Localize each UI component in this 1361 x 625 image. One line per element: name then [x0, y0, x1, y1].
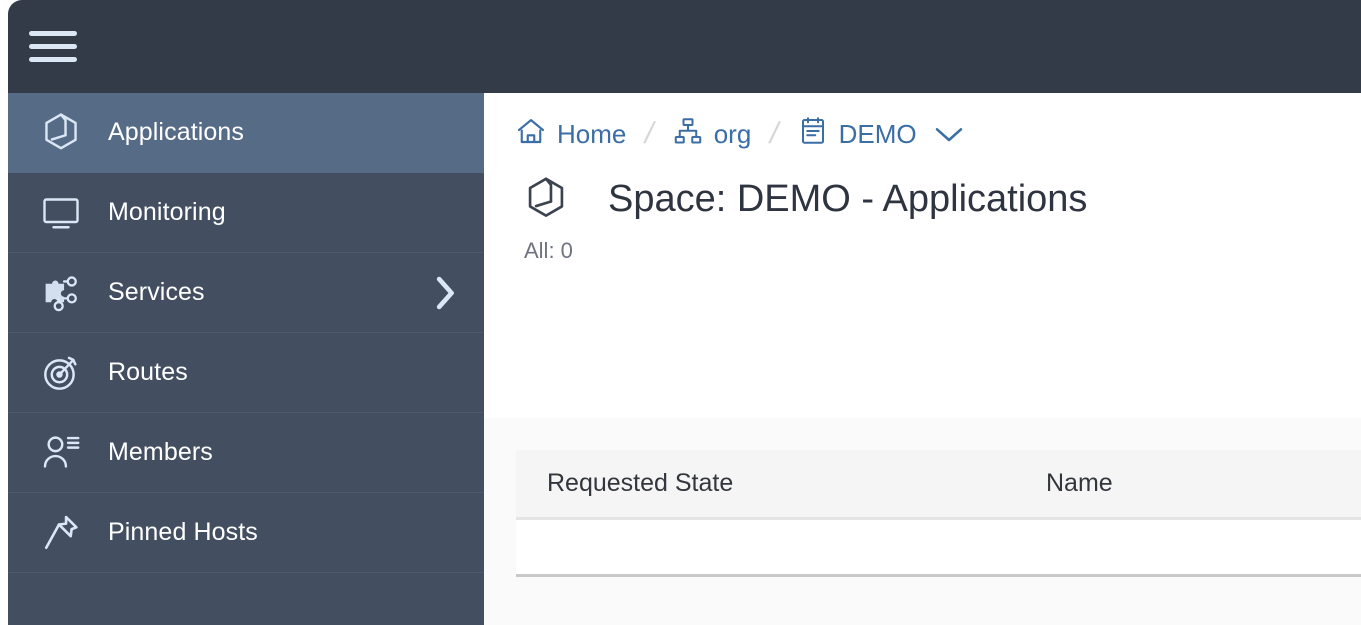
- breadcrumb-label: Home: [557, 118, 627, 149]
- sidebar-item-routes[interactable]: Routes: [8, 333, 484, 413]
- breadcrumb: Home / org / DEMO: [484, 93, 1361, 153]
- breadcrumb-item-org[interactable]: org: [673, 116, 752, 153]
- sidebar-filler: [8, 573, 484, 625]
- sidebar-item-label: Pinned Hosts: [108, 518, 258, 546]
- sidebar: Applications Monitoring Services Routes …: [8, 93, 484, 625]
- applications-table: Requested State Name: [516, 450, 1361, 577]
- pin-icon: [38, 513, 84, 553]
- applications-panel: Requested State Name: [484, 418, 1361, 625]
- hamburger-bar-2: [29, 44, 77, 49]
- chevron-down-icon[interactable]: [933, 123, 965, 145]
- table-body: [516, 518, 1361, 577]
- hamburger-bar-3: [29, 57, 77, 62]
- breadcrumb-item-home[interactable]: Home: [516, 116, 626, 153]
- sidebar-item-members[interactable]: Members: [8, 413, 484, 493]
- applications-table-wrapper: Requested State Name: [516, 450, 1361, 577]
- sidebar-item-label: Monitoring: [108, 198, 226, 226]
- target-icon: [38, 353, 84, 393]
- sidebar-item-label: Members: [108, 438, 213, 466]
- breadcrumb-separator: /: [641, 117, 658, 150]
- breadcrumb-label: DEMO: [838, 118, 917, 149]
- puzzle-icon: [38, 273, 84, 313]
- sidebar-item-pinned-hosts[interactable]: Pinned Hosts: [8, 493, 484, 573]
- chevron-right-icon[interactable]: [432, 274, 458, 312]
- sidebar-item-label: Services: [108, 278, 205, 306]
- user-list-icon: [38, 433, 84, 473]
- page-title: Space: DEMO - Applications: [608, 177, 1088, 220]
- breadcrumb-item-demo[interactable]: DEMO: [798, 116, 917, 153]
- table-head: Requested State Name: [516, 450, 1361, 520]
- home-icon: [516, 116, 546, 153]
- sidebar-item-label: Applications: [108, 118, 245, 146]
- column-header-name[interactable]: Name: [1031, 450, 1361, 520]
- sidebar-item-monitoring[interactable]: Monitoring: [8, 173, 484, 253]
- monitor-icon: [38, 195, 84, 231]
- cube-icon: [524, 176, 568, 222]
- hamburger-bar-1: [29, 31, 77, 36]
- sidebar-item-applications[interactable]: Applications: [8, 93, 484, 173]
- clipboard-icon: [798, 116, 828, 153]
- breadcrumb-label: org: [713, 118, 752, 149]
- page-subtitle: All: 0: [524, 238, 573, 263]
- column-header-requested-state[interactable]: Requested State: [516, 450, 1031, 520]
- table-row[interactable]: [516, 518, 1361, 577]
- table-header-row: Requested State Name: [516, 450, 1361, 520]
- top-bar: [8, 0, 1361, 93]
- org-chart-icon: [673, 116, 703, 153]
- cell-requested-state: [516, 518, 1031, 577]
- sidebar-item-label: Routes: [108, 358, 188, 386]
- page-title-row: Space: DEMO - Applications: [484, 176, 1361, 222]
- sidebar-item-services[interactable]: Services: [8, 253, 484, 333]
- cube-icon: [38, 112, 84, 154]
- cell-name: [1031, 518, 1361, 577]
- breadcrumb-separator: /: [766, 117, 783, 150]
- main-content: Home / org / DEMO Space: DEMO - Applicat…: [484, 93, 1361, 625]
- menu-hamburger-icon[interactable]: [29, 27, 77, 67]
- app-window: Applications Monitoring Services Routes …: [0, 0, 1361, 625]
